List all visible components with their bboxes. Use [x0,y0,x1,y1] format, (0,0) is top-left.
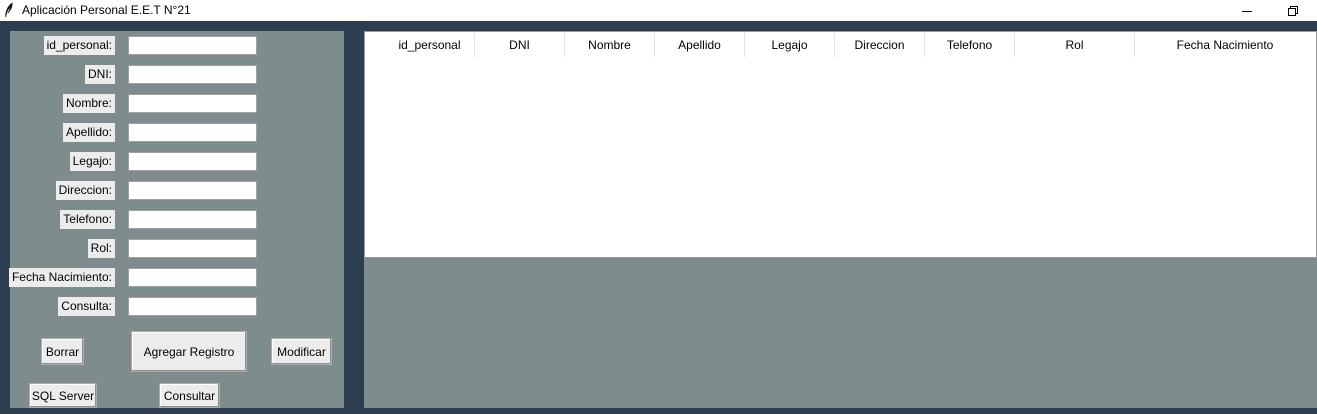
feather-icon [4,2,14,18]
column-header-fecha-nacimiento[interactable]: Fecha Nacimiento [1135,33,1315,57]
modificar-button[interactable]: Modificar [271,338,332,365]
column-header-id-personal[interactable]: id_personal [385,33,475,57]
telefono-input[interactable] [128,210,257,229]
label-consulta: Consulta: [58,297,115,316]
column-header-direccion[interactable]: Direccion [835,33,925,57]
column-header-legajo[interactable]: Legajo [745,33,835,57]
column-header-telefono[interactable]: Telefono [925,33,1015,57]
minimize-button[interactable] [1224,0,1270,21]
personal-table[interactable]: id_personal DNI Nombre Apellido Legajo D… [364,31,1317,258]
consulta-input[interactable] [128,297,257,316]
restore-icon [1288,5,1298,16]
label-nombre: Nombre: [62,94,115,113]
sql-server-button[interactable]: SQL Server [29,383,97,408]
legajo-input[interactable] [128,152,257,171]
restore-button[interactable] [1270,0,1316,21]
direccion-input[interactable] [128,181,257,200]
label-legajo: Legajo: [69,152,115,171]
table-header: id_personal DNI Nombre Apellido Legajo D… [385,33,1315,57]
label-apellido: Apellido: [62,123,115,142]
label-id-personal: id_personal: [43,36,115,55]
nombre-input[interactable] [128,94,257,113]
label-telefono: Telefono: [60,210,115,229]
borrar-button[interactable]: Borrar [41,338,84,365]
label-direccion: Direccion: [55,181,115,200]
window-title: Aplicación Personal E.E.T N°21 [22,3,191,17]
apellido-input[interactable] [128,123,257,142]
title-bar: Aplicación Personal E.E.T N°21 [0,0,1317,21]
id-personal-input[interactable] [128,36,257,55]
fecha-nacimiento-input[interactable] [128,268,257,287]
column-header-nombre[interactable]: Nombre [565,33,655,57]
label-rol: Rol: [87,239,115,258]
column-header-apellido[interactable]: Apellido [655,33,745,57]
form-panel: id_personal: DNI: Nombre: Apellido: Lega… [8,31,344,408]
column-header-rol[interactable]: Rol [1015,33,1135,57]
consultar-button[interactable]: Consultar [159,383,220,408]
label-fecha-nacimiento: Fecha Nacimiento: [8,268,115,287]
label-dni: DNI: [85,65,115,84]
table-panel: id_personal DNI Nombre Apellido Legajo D… [364,31,1317,408]
column-header-dni[interactable]: DNI [475,33,565,57]
dni-input[interactable] [128,65,257,84]
minimize-icon [1242,10,1252,12]
agregar-registro-button[interactable]: Agregar Registro [131,331,247,372]
rol-input[interactable] [128,239,257,258]
